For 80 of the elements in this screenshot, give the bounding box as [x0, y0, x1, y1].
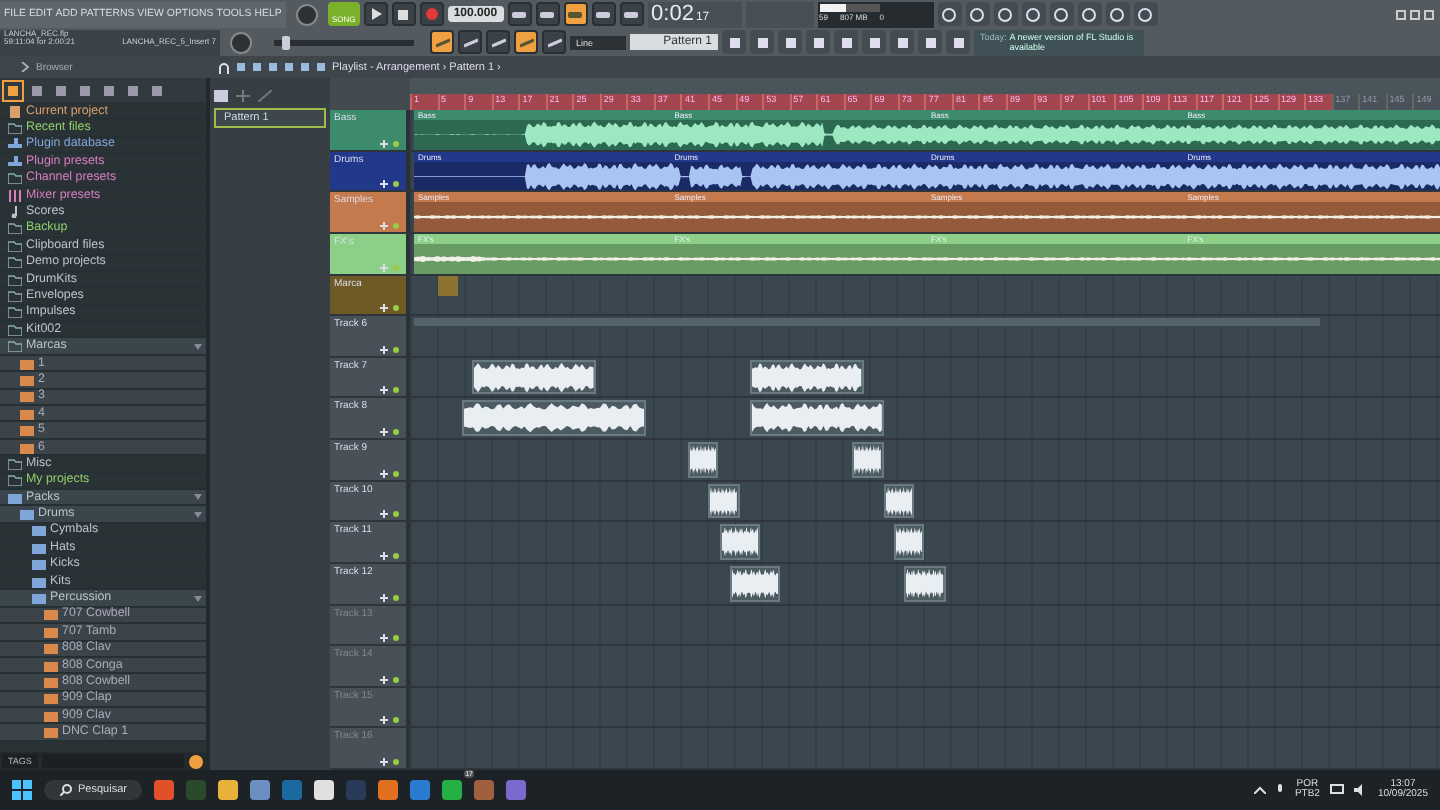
- arrow-icon[interactable]: [4, 81, 22, 99]
- toolbar-button[interactable]: [430, 30, 454, 54]
- add-icon[interactable]: [236, 90, 250, 102]
- waveform-drawing: [906, 567, 944, 599]
- record-icon: [425, 8, 438, 20]
- magnet-icon[interactable]: [218, 61, 230, 73]
- slider-thumb[interactable]: [281, 35, 289, 49]
- audio-clip[interactable]: [729, 565, 781, 601]
- track-controls-icon[interactable]: [380, 716, 400, 725]
- audio-clip[interactable]: [719, 524, 761, 560]
- app-icon[interactable]: [442, 780, 463, 800]
- chevron-up-icon[interactable]: [1254, 786, 1267, 794]
- time-display: 0:02: [651, 1, 694, 25]
- track-controls-icon[interactable]: [380, 428, 400, 436]
- app-icon[interactable]: [218, 780, 239, 800]
- expand-caret-icon[interactable]: [194, 511, 202, 518]
- master-volume-knob[interactable]: [295, 3, 318, 25]
- track-controls-icon[interactable]: [380, 386, 400, 395]
- track-controls-icon[interactable]: [380, 263, 400, 271]
- toolbar-button[interactable]: [591, 2, 616, 26]
- waveform-drawing: [896, 526, 923, 558]
- waveform-drawing: [473, 361, 594, 393]
- track-controls-icon[interactable]: [380, 304, 400, 313]
- network-icon[interactable]: [1329, 784, 1344, 796]
- app-icon[interactable]: [378, 780, 399, 800]
- toolbar-button[interactable]: [619, 2, 644, 26]
- toolbar-button[interactable]: [563, 2, 588, 26]
- audio-clip[interactable]: [894, 524, 925, 560]
- track-controls-icon[interactable]: [380, 469, 400, 478]
- audio-clip[interactable]: [749, 359, 864, 395]
- track-controls-icon[interactable]: [380, 345, 400, 354]
- toolbar-button[interactable]: [535, 2, 560, 26]
- toolbar-button[interactable]: [542, 30, 566, 54]
- audio-clip[interactable]: [471, 359, 596, 395]
- stop-icon: [398, 9, 409, 19]
- toolbar-button[interactable]: [458, 30, 482, 54]
- track-controls-icon[interactable]: [380, 139, 400, 148]
- track-controls-icon[interactable]: [380, 634, 400, 643]
- pitch-knob[interactable]: [230, 31, 252, 53]
- audio-clip[interactable]: [708, 483, 740, 519]
- audio-clip[interactable]: [904, 565, 946, 601]
- search-icon[interactable]: [188, 754, 204, 770]
- marker-clip[interactable]: [438, 275, 458, 295]
- waveform-drawing: [710, 485, 738, 517]
- search-icon: [60, 784, 72, 796]
- expand-caret-icon[interactable]: [194, 595, 202, 602]
- toolbar-button[interactable]: [514, 30, 538, 54]
- master-pitch-slider[interactable]: [274, 39, 414, 45]
- automation-clip[interactable]: [414, 318, 1320, 327]
- windows-start-icon[interactable]: [12, 780, 32, 800]
- waveform-drawing: [885, 485, 913, 517]
- audio-clip[interactable]: [749, 400, 884, 436]
- expand-caret-icon[interactable]: [194, 343, 202, 350]
- ruler-corner: [330, 94, 410, 110]
- waveform-drawing: [854, 444, 882, 476]
- track-controls-icon[interactable]: [380, 675, 400, 684]
- waveform-drawing: [751, 361, 862, 393]
- track-controls-icon[interactable]: [380, 221, 400, 230]
- audio-clip[interactable]: [688, 442, 719, 478]
- note-icon: [8, 206, 22, 219]
- track-controls-icon[interactable]: [380, 510, 400, 519]
- waveform-drawing: [690, 444, 717, 476]
- app-icon[interactable]: [314, 780, 335, 800]
- waveform-drawing: [721, 526, 759, 558]
- toolbar-button[interactable]: [507, 2, 532, 26]
- track-controls-icon[interactable]: [380, 758, 400, 766]
- volume-icon[interactable]: [1353, 784, 1368, 796]
- expand-caret-icon[interactable]: [194, 494, 202, 501]
- track-controls-icon[interactable]: [380, 593, 400, 601]
- track-controls-icon[interactable]: [380, 180, 400, 189]
- sliders-icon: [8, 189, 22, 202]
- audio-clip[interactable]: [852, 442, 884, 478]
- audio-clip[interactable]: [883, 483, 915, 519]
- track-controls-icon[interactable]: [380, 551, 400, 560]
- play-button[interactable]: [363, 2, 388, 26]
- waveform-drawing: [751, 402, 882, 434]
- stop-button[interactable]: [391, 2, 416, 26]
- waveform-drawing: [731, 567, 779, 599]
- toolbar-button[interactable]: [486, 30, 510, 54]
- play-icon: [369, 8, 382, 20]
